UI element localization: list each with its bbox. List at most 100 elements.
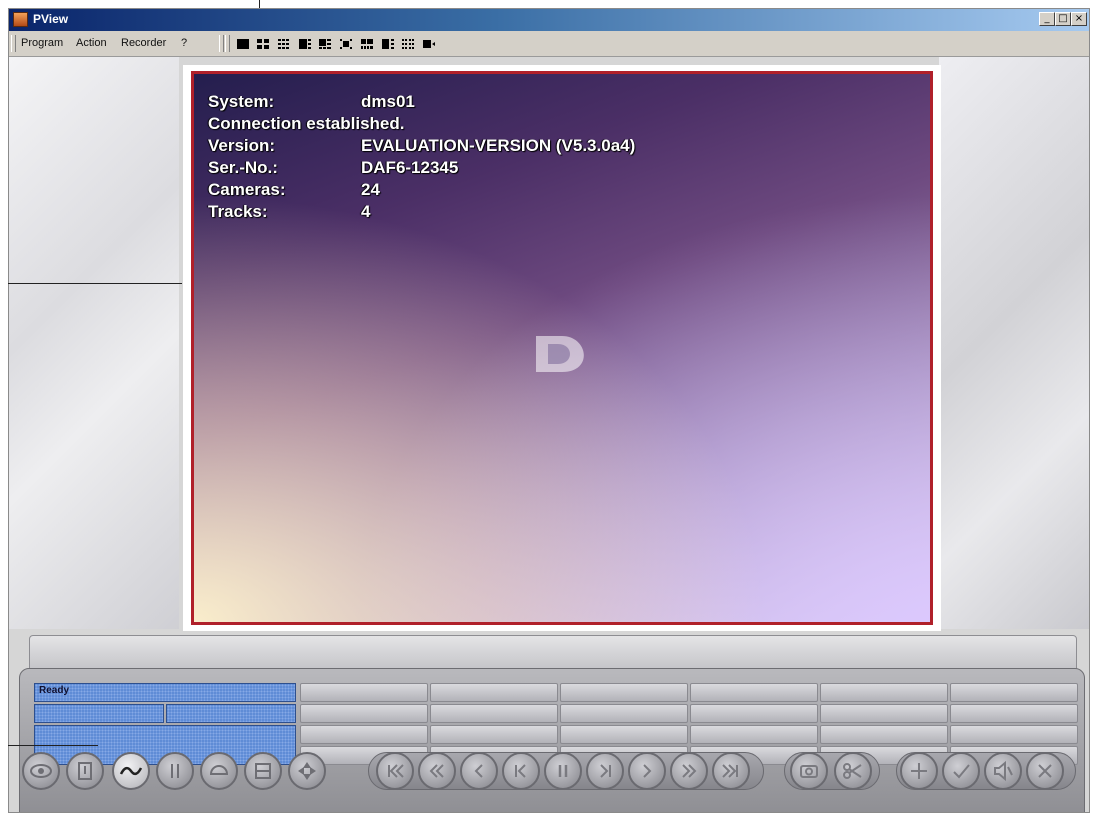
serial-label: Ser.-No.:: [208, 158, 278, 177]
rewind-button[interactable]: [460, 752, 498, 790]
title-bar[interactable]: PView _ □ ×: [9, 9, 1089, 31]
fast-forward-button[interactable]: [670, 752, 708, 790]
play-icon: [643, 764, 652, 778]
cameras-value: 24: [361, 180, 380, 199]
fast-rewind-button[interactable]: [418, 752, 456, 790]
status-cell-left: [34, 704, 164, 723]
pause-icon: [558, 765, 568, 777]
grid-cell: [820, 725, 948, 744]
layout-2x2-icon[interactable]: [256, 38, 270, 50]
info-icon: [171, 764, 179, 778]
grid-cell: [560, 704, 688, 723]
grid-cell: [950, 704, 1078, 723]
toolbar-grip-3[interactable]: [225, 35, 230, 52]
connection-status: Connection established.: [208, 114, 405, 133]
grid-cell: [950, 725, 1078, 744]
grid-cell: [820, 704, 948, 723]
grid-cell: [300, 683, 428, 702]
cut-button[interactable]: [834, 752, 872, 790]
menu-program[interactable]: Program: [21, 37, 63, 49]
layout-1x1-icon[interactable]: [236, 38, 250, 50]
check-button[interactable]: [942, 752, 980, 790]
left-panel: [9, 57, 179, 629]
grid-cell: [560, 725, 688, 744]
layout-4x4-icon[interactable]: [401, 38, 415, 50]
layout-3x3-icon[interactable]: [277, 38, 291, 50]
layout-fullscreen-icon[interactable]: [422, 38, 436, 50]
serial-value: DAF6-12345: [361, 158, 459, 177]
step-forward-button[interactable]: [586, 752, 624, 790]
snapshot-icon: [800, 765, 818, 778]
save-button[interactable]: [244, 752, 282, 790]
layout-center-icon[interactable]: [339, 38, 353, 50]
layout-1plus5-icon[interactable]: [298, 38, 312, 50]
version-label: Version:: [208, 136, 276, 155]
maximize-button[interactable]: □: [1055, 12, 1071, 26]
layout-1plus12-icon[interactable]: [381, 38, 395, 50]
zoom-in-button[interactable]: [900, 752, 938, 790]
first-frame-icon: [388, 764, 404, 778]
system-label: System:: [208, 92, 275, 111]
mute-button[interactable]: [984, 752, 1022, 790]
layout-2plus8-icon[interactable]: [360, 38, 374, 50]
status-cell-ready: Ready: [34, 683, 296, 702]
annotation-line-middle: [8, 283, 182, 284]
tracks-label: Tracks:: [208, 202, 268, 221]
status-text: Ready: [39, 685, 70, 696]
layout-1plus7-icon[interactable]: [318, 38, 332, 50]
right-panel: [939, 57, 1089, 629]
minimize-button[interactable]: _: [1039, 12, 1055, 26]
grid-cell: [820, 683, 948, 702]
first-frame-button[interactable]: [376, 752, 414, 790]
close-circle-icon: [1038, 764, 1052, 778]
camera-button[interactable]: [22, 752, 60, 790]
status-cell-right: [166, 704, 296, 723]
link-button[interactable]: [112, 752, 150, 790]
close-button[interactable]: ×: [1071, 12, 1087, 26]
move-icon: [298, 762, 316, 780]
menu-help[interactable]: ?: [181, 37, 187, 49]
control-panel: Ready: [19, 668, 1085, 812]
pview-window: PView _ □ × Program Action Recorder ? Sy…: [8, 8, 1090, 813]
fast-rewind-icon: [429, 764, 444, 778]
grid-cell: [300, 704, 428, 723]
cameras-label: Cameras:: [208, 180, 286, 199]
dome-button[interactable]: [200, 752, 238, 790]
camera-icon: [30, 764, 52, 778]
tracks-value: 4: [361, 202, 371, 221]
system-value: dms01: [361, 92, 415, 111]
video-display[interactable]: System: dms01 Connection established. Ve…: [191, 71, 933, 625]
grid-cell: [300, 725, 428, 744]
close-circle-button[interactable]: [1026, 752, 1064, 790]
check-icon: [953, 764, 970, 779]
grid-cell: [690, 725, 818, 744]
zoom-in-icon: [911, 763, 927, 779]
grid-cell: [560, 683, 688, 702]
step-forward-icon: [600, 764, 611, 778]
pause-button[interactable]: [544, 752, 582, 790]
link-icon: [119, 766, 143, 776]
grid-cell: [690, 683, 818, 702]
toolbar-grip[interactable]: [11, 35, 16, 52]
info-button[interactable]: [156, 752, 194, 790]
step-back-button[interactable]: [502, 752, 540, 790]
alarm-button[interactable]: [66, 752, 104, 790]
cut-icon: [843, 763, 862, 779]
last-frame-button[interactable]: [712, 752, 750, 790]
app-icon: [13, 12, 28, 27]
grid-cell: [690, 704, 818, 723]
save-icon: [255, 763, 271, 779]
menu-action[interactable]: Action: [76, 37, 107, 49]
last-frame-icon: [722, 764, 738, 778]
alarm-icon: [78, 762, 92, 780]
toolbar-grip-2[interactable]: [219, 35, 224, 52]
grid-cell: [430, 704, 558, 723]
play-button[interactable]: [628, 752, 666, 790]
menu-bar: Program Action Recorder ?: [9, 31, 1089, 57]
menu-recorder[interactable]: Recorder: [121, 37, 166, 49]
video-frame[interactable]: System: dms01 Connection established. Ve…: [183, 65, 941, 631]
grid-cell: [430, 683, 558, 702]
fast-forward-icon: [682, 764, 697, 778]
move-button[interactable]: [288, 752, 326, 790]
snapshot-button[interactable]: [790, 752, 828, 790]
